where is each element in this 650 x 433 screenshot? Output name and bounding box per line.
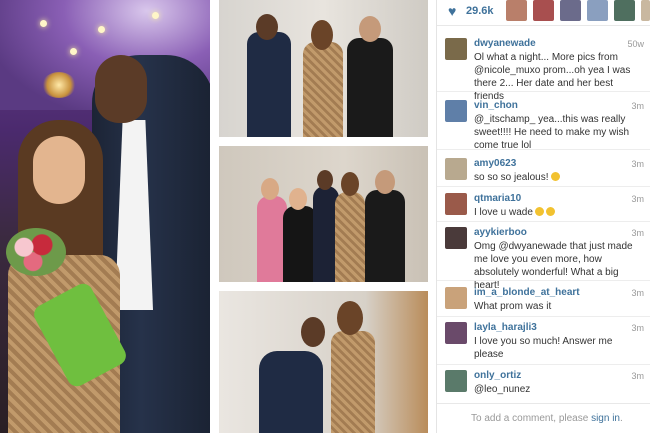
comment-time: 3m	[631, 159, 644, 169]
liker-avatar[interactable]	[533, 0, 554, 21]
comment-time: 3m	[631, 101, 644, 111]
comment-username[interactable]: only_ortiz	[474, 370, 521, 381]
comment-text: Omg @dwyanewade that just made me love y…	[474, 241, 633, 291]
liker-avatar[interactable]	[506, 0, 527, 21]
avatar[interactable]	[445, 158, 467, 180]
comment-time: 3m	[631, 323, 644, 333]
comment-text: What prom was it	[474, 301, 552, 312]
heart-icon[interactable]: ♥	[448, 4, 462, 18]
liker-avatar[interactable]	[587, 0, 608, 21]
sign-in-link[interactable]: sign in	[591, 413, 620, 424]
add-comment-prefix: To add a comment, please	[471, 413, 592, 424]
add-comment-bar: To add a comment, please sign in.	[437, 403, 650, 433]
liker-avatar[interactable]	[641, 0, 650, 21]
avatar[interactable]	[445, 287, 467, 309]
comment-text: Ol what a night... More pics from @nicol…	[474, 52, 631, 102]
photo-thumbnail-2[interactable]	[219, 146, 428, 282]
comment-username[interactable]: dwyanewade	[474, 38, 536, 49]
comment-text: so so so jealous!	[474, 172, 549, 183]
comment-time: 3m	[631, 194, 644, 204]
comment-text: I love u wade	[474, 207, 533, 218]
comment-list: dwyanewade 50w Ol what a night... More p…	[437, 28, 650, 400]
comment-text: @_itschamp_ yea...this was really sweet!…	[474, 114, 630, 151]
comment-username[interactable]: layla_harajli3	[474, 322, 537, 333]
likes-bar: ♥ 29.6k	[437, 0, 650, 26]
liker-avatar[interactable]	[560, 0, 581, 21]
avatar[interactable]	[445, 322, 467, 344]
avatar[interactable]	[445, 38, 467, 60]
comment-time: 3m	[631, 371, 644, 381]
avatar[interactable]	[445, 100, 467, 122]
main-photo[interactable]	[0, 0, 210, 433]
avatar[interactable]	[445, 227, 467, 249]
comment-username[interactable]: im_a_blonde_at_heart	[474, 287, 580, 298]
comment-username[interactable]: qtmaria10	[474, 193, 521, 204]
instagram-post-view: ♥ 29.6k dwyanewade 50w Ol what a night..…	[0, 0, 650, 433]
comment-time: 3m	[631, 228, 644, 238]
photo-thumbnail-3[interactable]	[219, 291, 428, 433]
comment-text: I love you so much! Answer me please	[474, 336, 613, 360]
comment-username[interactable]: vin_chon	[474, 100, 518, 111]
emoji-icon	[545, 207, 555, 216]
add-comment-suffix: .	[619, 413, 623, 424]
comment-username[interactable]: amy0623	[474, 158, 516, 169]
comment-time: 3m	[631, 288, 644, 298]
emoji-icon	[534, 207, 544, 216]
comments-panel: ♥ 29.6k dwyanewade 50w Ol what a night..…	[437, 0, 650, 433]
liker-avatar[interactable]	[614, 0, 635, 21]
like-count[interactable]: 29.6k	[466, 5, 494, 17]
comment-text: @leo_nunez	[474, 384, 531, 395]
avatar[interactable]	[445, 370, 467, 392]
comment-time: 50w	[627, 39, 644, 49]
add-comment-prompt: To add a comment, please sign in.	[471, 413, 623, 424]
comment-username[interactable]: ayykierboo	[474, 227, 527, 238]
emoji-icon	[550, 172, 560, 181]
photo-thumbnail-1[interactable]	[219, 0, 428, 137]
avatar[interactable]	[445, 193, 467, 215]
